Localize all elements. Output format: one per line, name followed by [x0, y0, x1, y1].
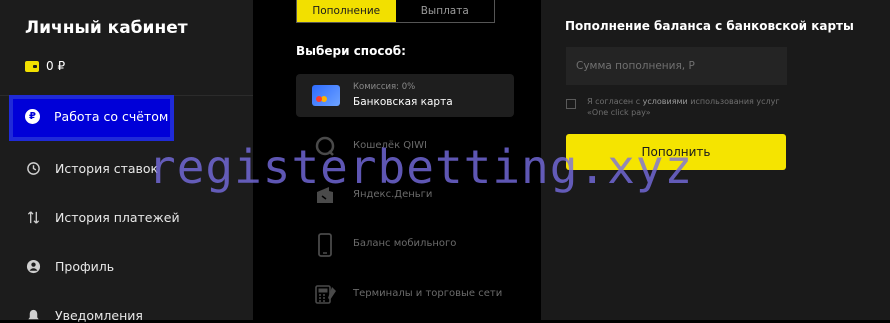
bell-icon — [25, 307, 41, 323]
method-label: Терминалы и торговые сети — [353, 288, 503, 299]
sidebar-item-profile[interactable]: Профиль — [25, 258, 114, 274]
wallet-icon — [25, 60, 39, 72]
agree-checkbox[interactable] — [566, 99, 576, 109]
balance-value: 0 ₽ — [46, 59, 66, 73]
sidebar-title: Личный кабинет — [25, 18, 188, 38]
sidebar-item-account[interactable]: ₽ Работа со счётом — [9, 95, 174, 141]
commission-label: Комиссия: 0% — [353, 82, 416, 92]
method-terminals[interactable]: Терминалы и торговые сети — [296, 275, 514, 315]
sidebar-item-label: Работа со счётом — [54, 109, 169, 124]
agree-prefix: Я согласен с — [587, 97, 643, 106]
bank-card-icon — [312, 85, 340, 106]
balance-display: 0 ₽ — [25, 59, 65, 73]
sidebar-item-label: Уведомления — [55, 307, 143, 323]
tab-bar: Пополнение Выплата — [296, 0, 495, 23]
transfer-arrows-icon — [25, 209, 41, 225]
terms-link[interactable]: условиями — [643, 97, 688, 106]
sidebar-item-bet-history[interactable]: История ставок — [25, 160, 158, 176]
panel-title: Пополнение баланса с банковской карты — [565, 19, 854, 33]
sidebar-item-label: История ставок — [55, 160, 159, 176]
agree-text: Я согласен с условиями использования усл… — [587, 96, 787, 118]
method-label: Баланс мобильного — [353, 238, 457, 249]
amount-input[interactable] — [566, 47, 787, 85]
sidebar-item-notifications[interactable]: Уведомления — [25, 307, 143, 323]
tab-deposit[interactable]: Пополнение — [297, 0, 396, 22]
sidebar-item-payment-history[interactable]: История платежей — [25, 209, 180, 225]
method-mobile-balance[interactable]: Баланс мобильного — [296, 225, 514, 265]
phone-icon — [314, 233, 336, 257]
user-icon — [25, 258, 41, 274]
watermark: registerbetting.xyz — [148, 140, 694, 194]
method-label: Банковская карта — [353, 96, 453, 108]
ruble-circle-icon: ₽ — [25, 109, 40, 124]
sidebar-item-label: История платежей — [55, 209, 180, 225]
methods-heading: Выбери способ: — [296, 44, 406, 58]
history-icon — [25, 160, 41, 176]
tab-withdraw[interactable]: Выплата — [396, 0, 495, 22]
terminal-icon — [314, 283, 336, 305]
sidebar-item-label: Профиль — [55, 258, 115, 274]
method-bank-card[interactable]: Комиссия: 0% Банковская карта — [296, 74, 514, 117]
